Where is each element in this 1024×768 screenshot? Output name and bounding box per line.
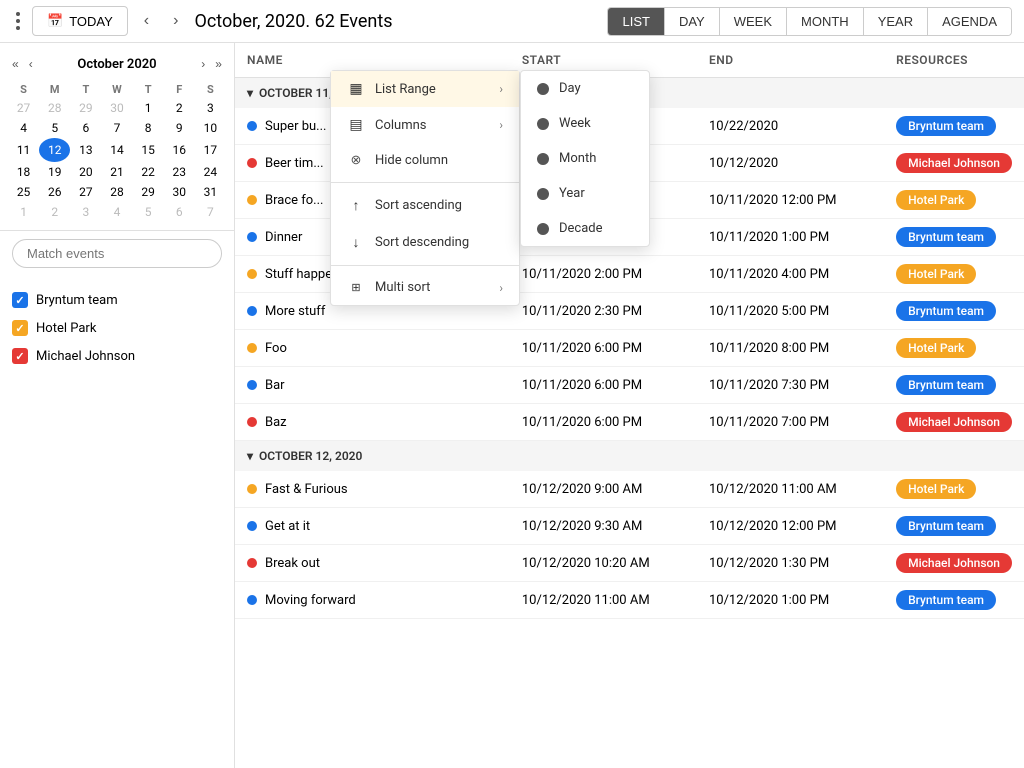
month-dot: [537, 153, 549, 165]
year-dot: [537, 188, 549, 200]
list-range-icon: ▦: [347, 81, 365, 97]
submenu-label: Month: [559, 151, 596, 166]
week-dot: [537, 118, 549, 130]
list-range-arrow: ›: [499, 82, 503, 96]
dropdown-item-sort-asc[interactable]: ↑ Sort ascending: [331, 187, 519, 224]
hide-column-icon: ⊗: [347, 153, 365, 168]
sort-asc-icon: ↑: [347, 197, 365, 214]
dropdown-divider-2: [331, 265, 519, 266]
dropdown-item-columns[interactable]: ▤ Columns ›: [331, 107, 519, 143]
submenu-item-month[interactable]: Month: [521, 141, 649, 176]
submenu-item-year[interactable]: Year: [521, 176, 649, 211]
dropdown-divider-1: [331, 182, 519, 183]
submenu-label: Decade: [559, 221, 603, 236]
submenu: Day Week Month Year Decade: [520, 70, 650, 247]
dropdown-item-label: Hide column: [375, 153, 448, 168]
dropdown-item-label: Columns: [375, 118, 427, 133]
multi-sort-arrow: ›: [499, 281, 503, 295]
dropdown-item-label: Sort descending: [375, 235, 469, 250]
dropdown-item-sort-desc[interactable]: ↓ Sort descending: [331, 224, 519, 261]
dropdown-menu: ▦ List Range › ▤ Columns › ⊗ Hide column…: [330, 70, 520, 306]
submenu-label: Year: [559, 186, 585, 201]
submenu-label: Day: [559, 81, 581, 96]
sort-desc-icon: ↓: [347, 234, 365, 251]
submenu-item-week[interactable]: Week: [521, 106, 649, 141]
submenu-item-day[interactable]: Day: [521, 71, 649, 106]
dropdown-item-label: Multi sort: [375, 280, 430, 295]
columns-icon: ▤: [347, 117, 365, 133]
submenu-label: Week: [559, 116, 591, 131]
day-dot: [537, 83, 549, 95]
columns-arrow: ›: [499, 118, 503, 132]
submenu-item-decade[interactable]: Decade: [521, 211, 649, 246]
decade-dot: [537, 223, 549, 235]
dropdown-item-multi-sort[interactable]: ⊞ Multi sort ›: [331, 270, 519, 305]
dropdown-item-label: Sort ascending: [375, 198, 462, 213]
multi-sort-icon: ⊞: [347, 281, 365, 294]
dropdown-item-list-range[interactable]: ▦ List Range ›: [331, 71, 519, 107]
dropdown-item-label: List Range: [375, 82, 436, 97]
dropdown-item-hide-column[interactable]: ⊗ Hide column: [331, 143, 519, 178]
